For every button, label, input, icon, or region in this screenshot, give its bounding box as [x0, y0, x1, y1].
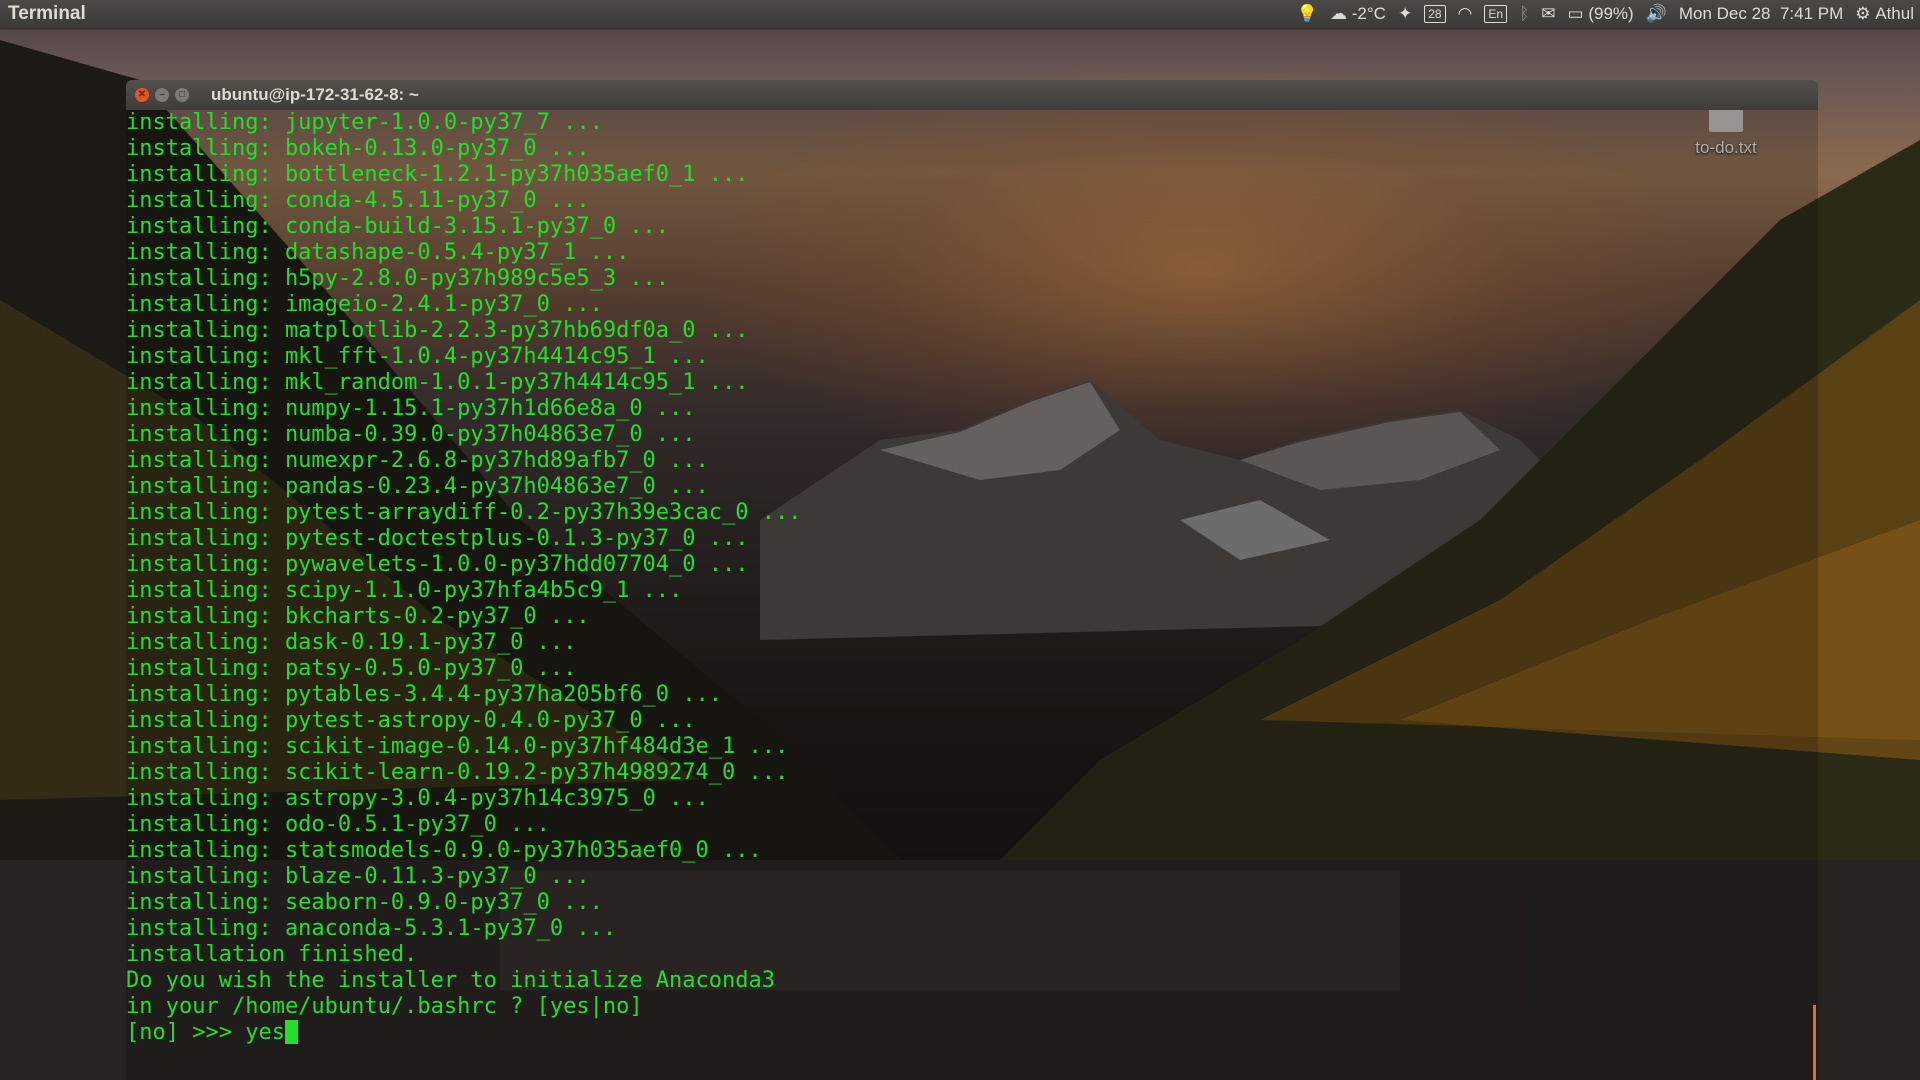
- terminal-line: installing: h5py-2.8.0-py37h989c5e5_3 ..…: [126, 266, 670, 291]
- clock[interactable]: Mon Dec 28 7:41 PM: [1679, 4, 1843, 24]
- terminal-line: installing: matplotlib-2.2.3-py37hb69df0…: [126, 318, 749, 343]
- close-button[interactable]: ✕: [135, 88, 149, 102]
- weather-temperature: -2°C: [1351, 4, 1386, 23]
- terminal-line: installing: conda-build-3.15.1-py37_0 ..…: [126, 214, 670, 239]
- terminal-line: installing: bokeh-0.13.0-py37_0 ...: [126, 136, 590, 161]
- terminal-line: installing: jupyter-1.0.0-py37_7 ...: [126, 110, 603, 135]
- terminal-line: installing: pywavelets-1.0.0-py37hdd0770…: [126, 552, 749, 577]
- terminal-screen[interactable]: installing: jupyter-1.0.0-py37_7 ... inst…: [126, 110, 1818, 1080]
- calendar-icon[interactable]: 28: [1424, 5, 1446, 23]
- terminal-line: installing: pytest-astropy-0.4.0-py37_0 …: [126, 708, 696, 733]
- minimize-button[interactable]: –: [155, 88, 169, 102]
- terminal-line: installing: imageio-2.4.1-py37_0 ...: [126, 292, 603, 317]
- battery-percent: (99%): [1588, 4, 1634, 23]
- lightbulb-icon[interactable]: 💡: [1297, 4, 1318, 24]
- battery-indicator[interactable]: ▭ (99%): [1568, 4, 1634, 24]
- session-menu[interactable]: ⚙ Athul: [1855, 4, 1914, 24]
- top-panel: Terminal 💡 ☁ -2°C ✦ 28 ◠ En ᛒ ✉ ▭ (99%) …: [0, 0, 1920, 28]
- terminal-line: installing: seaborn-0.9.0-py37_0 ...: [126, 890, 603, 915]
- terminal-line: installing: patsy-0.5.0-py37_0 ...: [126, 656, 577, 681]
- maximize-button[interactable]: □: [175, 88, 189, 102]
- gear-icon: ⚙: [1855, 4, 1876, 23]
- keyboard-layout-icon[interactable]: En: [1484, 5, 1508, 23]
- scroll-indicator[interactable]: [1813, 1005, 1816, 1080]
- window-title: ubuntu@ip-172-31-62-8: ~: [211, 85, 419, 104]
- terminal-line: installing: scikit-learn-0.19.2-py37h498…: [126, 760, 789, 785]
- window-titlebar[interactable]: ✕ – □ ubuntu@ip-172-31-62-8: ~: [126, 80, 1818, 110]
- terminal-line: installing: numexpr-2.6.8-py37hd89afb7_0…: [126, 448, 709, 473]
- terminal-line: installing: odo-0.5.1-py37_0 ...: [126, 812, 550, 837]
- terminal-line: installing: blaze-0.11.3-py37_0 ...: [126, 864, 590, 889]
- terminal-line: Do you wish the installer to initialize …: [126, 968, 776, 993]
- minimize-icon: –: [159, 89, 165, 100]
- close-icon: ✕: [137, 89, 147, 100]
- maximize-icon: □: [178, 89, 186, 100]
- terminal-line: installing: numba-0.39.0-py37h04863e7_0 …: [126, 422, 696, 447]
- volume-icon[interactable]: 🔊: [1646, 4, 1667, 24]
- terminal-line: installing: pytest-arraydiff-0.2-py37h39…: [126, 500, 802, 525]
- terminal-line: installing: scikit-image-0.14.0-py37hf48…: [126, 734, 789, 759]
- terminal-line: installing: bottleneck-1.2.1-py37h035aef…: [126, 162, 749, 187]
- terminal-line: installing: conda-4.5.11-py37_0 ...: [126, 188, 590, 213]
- terminal-line: installing: statsmodels-0.9.0-py37h035ae…: [126, 838, 762, 863]
- terminal-line: installing: pandas-0.23.4-py37h04863e7_0…: [126, 474, 709, 499]
- terminal-line: installing: mkl_random-1.0.1-py37h4414c9…: [126, 370, 749, 395]
- wifi-icon[interactable]: ◠: [1458, 4, 1473, 24]
- indicator-area: 💡 ☁ -2°C ✦ 28 ◠ En ᛒ ✉ ▭ (99%) 🔊 Mon Dec…: [1297, 4, 1914, 24]
- battery-icon: ▭: [1567, 4, 1589, 23]
- terminal-line: installation finished.: [126, 942, 418, 967]
- weather-icon: ☁: [1330, 4, 1352, 23]
- terminal-line: installing: astropy-3.0.4-py37h14c3975_0…: [126, 786, 709, 811]
- terminal-output: installing: jupyter-1.0.0-py37_7 ... inst…: [126, 110, 1818, 1020]
- user-name: Athul: [1875, 4, 1914, 23]
- typed-input: yes: [245, 1020, 285, 1045]
- prompt: [no] >>>: [126, 1020, 246, 1045]
- text-cursor: [284, 1020, 298, 1044]
- terminal-line: installing: datashape-0.5.4-py37_1 ...: [126, 240, 630, 265]
- app-name: Terminal: [8, 3, 86, 24]
- prompt-line[interactable]: [no] >>> yes: [126, 1020, 1818, 1046]
- dropbox-icon[interactable]: ✦: [1398, 4, 1412, 24]
- terminal-line: in your /home/ubuntu/.bashrc ? [yes|no]: [126, 994, 643, 1019]
- terminal-line: installing: mkl_fft-1.0.4-py37h4414c95_1…: [126, 344, 709, 369]
- bluetooth-icon[interactable]: ᛒ: [1519, 4, 1529, 24]
- terminal-line: installing: anaconda-5.3.1-py37_0 ...: [126, 916, 617, 941]
- terminal-line: installing: bkcharts-0.2-py37_0 ...: [126, 604, 590, 629]
- terminal-line: installing: dask-0.19.1-py37_0 ...: [126, 630, 577, 655]
- terminal-window[interactable]: ✕ – □ ubuntu@ip-172-31-62-8: ~ installin…: [126, 80, 1818, 1080]
- terminal-line: installing: pytables-3.4.4-py37ha205bf6_…: [126, 682, 723, 707]
- terminal-line: installing: scipy-1.1.0-py37hfa4b5c9_1 .…: [126, 578, 683, 603]
- mail-icon[interactable]: ✉: [1541, 4, 1555, 24]
- weather-indicator[interactable]: ☁ -2°C: [1330, 4, 1386, 24]
- terminal-line: installing: pytest-doctestplus-0.1.3-py3…: [126, 526, 749, 551]
- terminal-line: installing: numpy-1.15.1-py37h1d66e8a_0 …: [126, 396, 696, 421]
